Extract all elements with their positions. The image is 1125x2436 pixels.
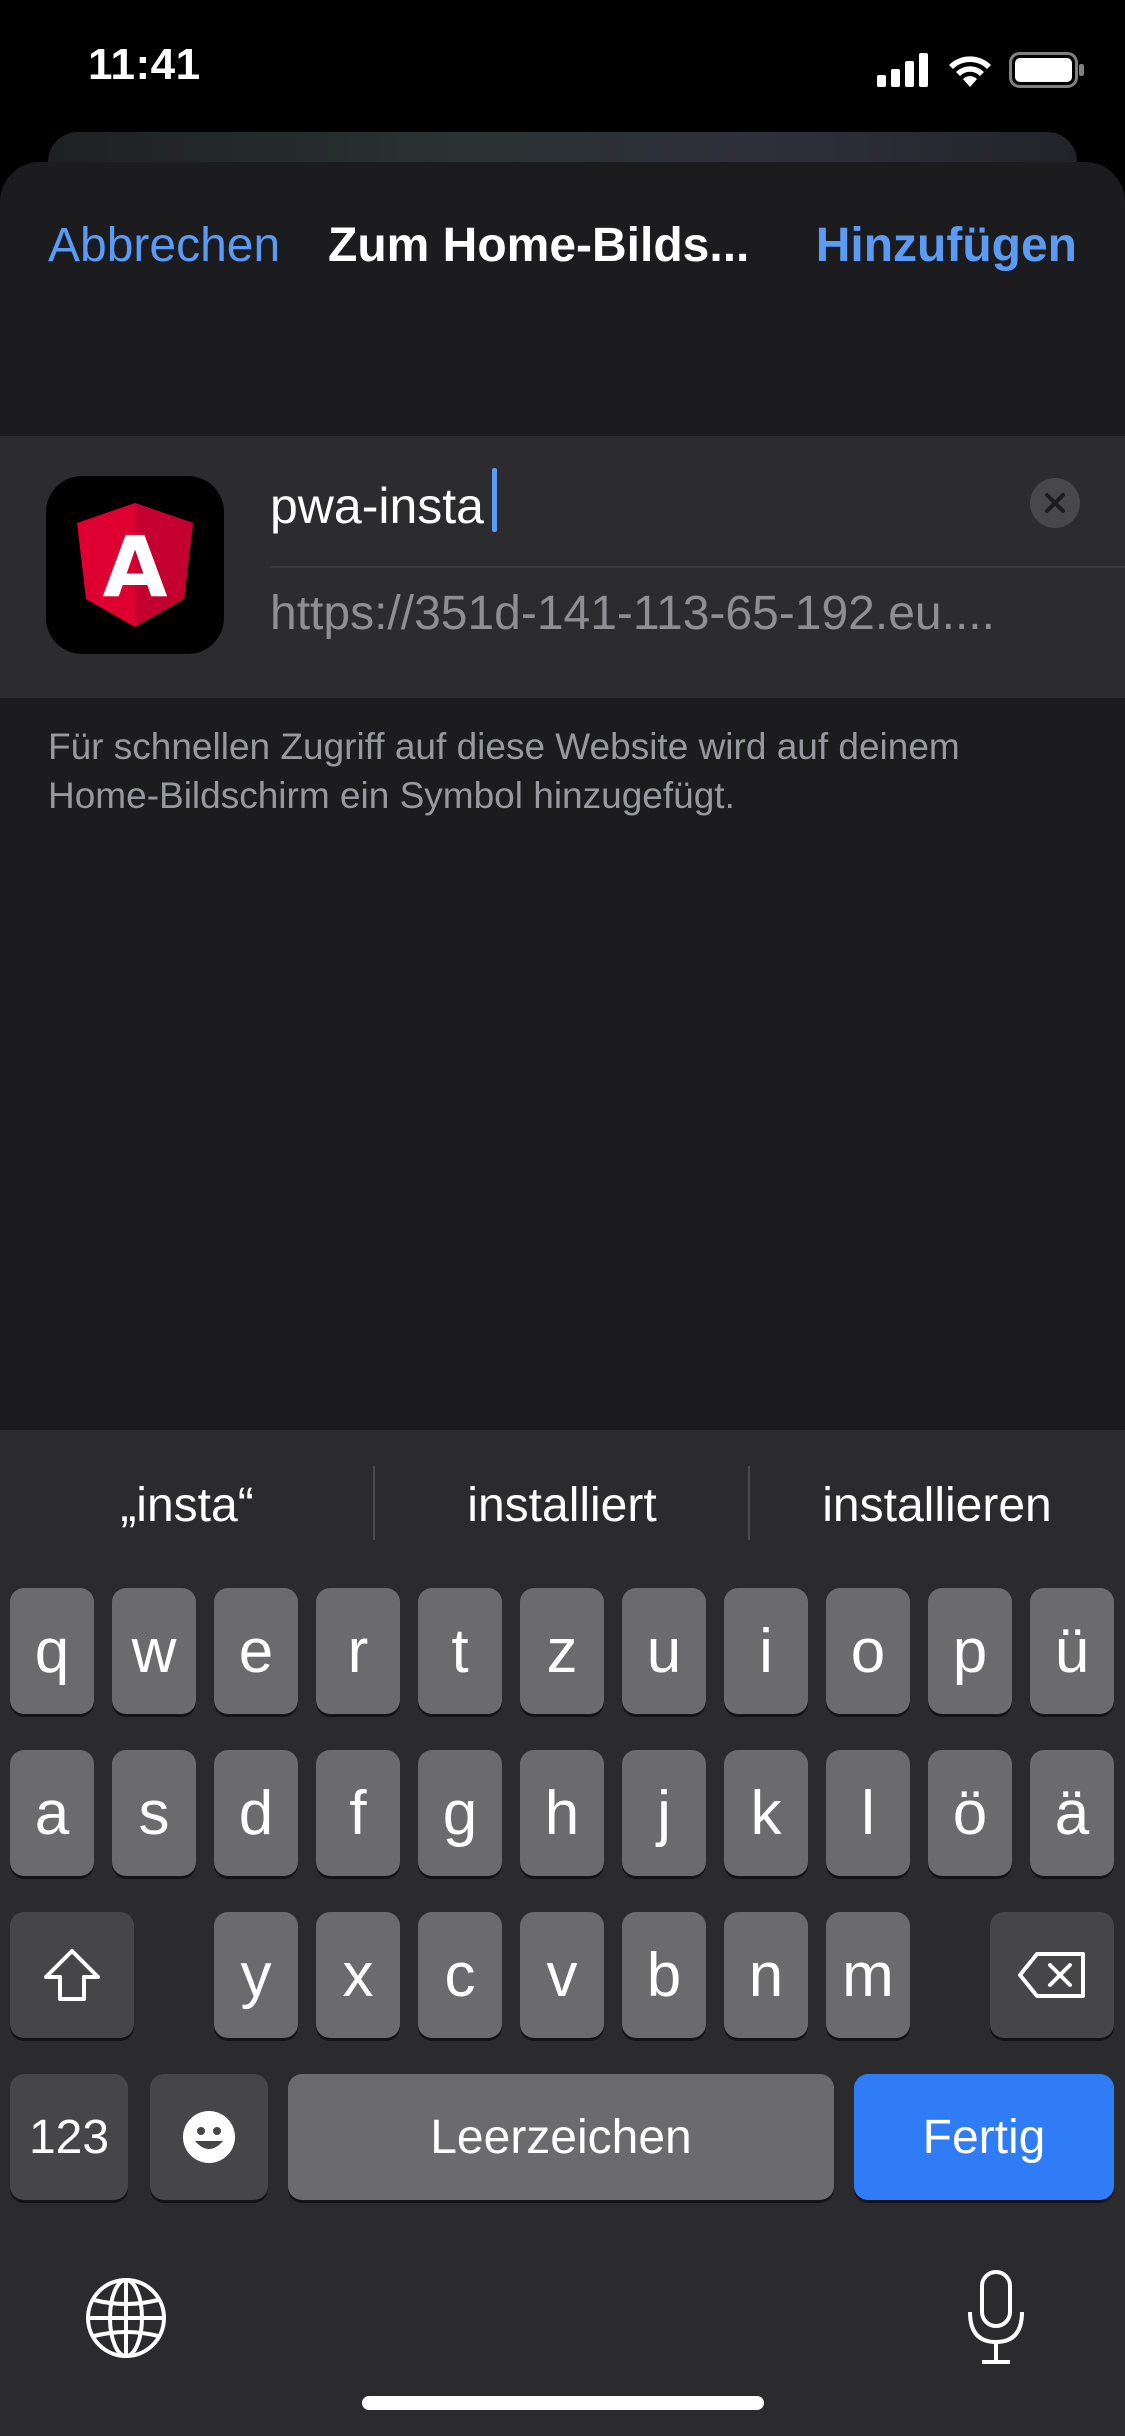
- key-x[interactable]: x: [316, 1912, 400, 2038]
- key-t[interactable]: t: [418, 1588, 502, 1714]
- key-m[interactable]: m: [826, 1912, 910, 2038]
- numbers-key[interactable]: 123: [10, 2074, 128, 2200]
- shift-key[interactable]: [10, 1912, 134, 2038]
- key-u[interactable]: u: [622, 1588, 706, 1714]
- key-h[interactable]: h: [520, 1750, 604, 1876]
- key-s[interactable]: s: [112, 1750, 196, 1876]
- text-cursor: [492, 468, 497, 532]
- globe-button[interactable]: [84, 2276, 168, 2360]
- space-key[interactable]: Leerzeichen: [288, 2074, 834, 2200]
- numbers-key-label: 123: [28, 2110, 110, 2164]
- key-a[interactable]: a: [10, 1750, 94, 1876]
- key-z[interactable]: z: [520, 1588, 604, 1714]
- key-oe[interactable]: ö: [928, 1750, 1012, 1876]
- bookmark-form: A https://351d-141-113-65-192.eu....: [0, 436, 1125, 698]
- clear-icon: [1045, 493, 1065, 513]
- suggestion-item[interactable]: installiert: [375, 1478, 749, 1533]
- status-bar: 11:41: [0, 0, 1125, 140]
- add-to-home-sheet: Abbrechen Zum Home-Bilds... Hinzufügen A…: [0, 162, 1125, 1430]
- add-button[interactable]: Hinzufügen: [816, 218, 1077, 273]
- key-f[interactable]: f: [316, 1750, 400, 1876]
- done-key-label: Fertig: [922, 2110, 1046, 2164]
- backspace-key[interactable]: [990, 1912, 1114, 2038]
- key-i[interactable]: i: [724, 1588, 808, 1714]
- sheet-title: Zum Home-Bilds...: [328, 219, 750, 272]
- name-input[interactable]: [270, 476, 1010, 536]
- key-w[interactable]: w: [112, 1588, 196, 1714]
- key-d[interactable]: d: [214, 1750, 298, 1876]
- cancel-button[interactable]: Abbrechen: [48, 218, 280, 273]
- key-l[interactable]: l: [826, 1750, 910, 1876]
- key-j[interactable]: j: [622, 1750, 706, 1876]
- home-indicator[interactable]: [362, 2396, 764, 2410]
- field-separator: [270, 566, 1125, 568]
- url-label: https://351d-141-113-65-192.eu....: [270, 587, 995, 640]
- key-n[interactable]: n: [724, 1912, 808, 2038]
- status-time: 11:41: [88, 40, 201, 89]
- cellular-signal-icon: [877, 53, 928, 87]
- globe-icon: [86, 2278, 166, 2358]
- shift-icon: [44, 1949, 100, 2001]
- key-p[interactable]: p: [928, 1588, 1012, 1714]
- status-icons: [877, 50, 1085, 90]
- key-ue[interactable]: ü: [1030, 1588, 1114, 1714]
- backspace-icon: [1018, 1952, 1085, 1998]
- suggestion-item[interactable]: „insta“: [0, 1478, 374, 1533]
- dictation-button[interactable]: [964, 2268, 1028, 2368]
- emoji-key[interactable]: [150, 2074, 268, 2200]
- battery-icon: [1009, 52, 1084, 88]
- key-b[interactable]: b: [622, 1912, 706, 2038]
- suggestion-item[interactable]: installieren: [750, 1478, 1124, 1533]
- wifi-icon: [949, 56, 991, 87]
- key-o[interactable]: o: [826, 1588, 910, 1714]
- key-k[interactable]: k: [724, 1750, 808, 1876]
- microphone-icon: [968, 2270, 1024, 2364]
- keyboard: „insta“ installiert installieren q w e r…: [0, 1430, 1125, 2436]
- key-y[interactable]: y: [214, 1912, 298, 2038]
- key-ae[interactable]: ä: [1030, 1750, 1114, 1876]
- description-text: Für schnellen Zugriff auf diese Website …: [48, 726, 960, 816]
- emoji-icon: [183, 2111, 235, 2163]
- done-key[interactable]: Fertig: [854, 2074, 1114, 2200]
- key-q[interactable]: q: [10, 1588, 94, 1714]
- clear-text-button[interactable]: [1030, 478, 1080, 528]
- icon-letter: A: [102, 518, 167, 616]
- space-key-label: Leerzeichen: [430, 2110, 692, 2164]
- key-c[interactable]: c: [418, 1912, 502, 2038]
- angular-app-icon: A: [46, 476, 224, 654]
- suggestion-bar: „insta“ installiert installieren: [0, 1430, 1125, 1576]
- key-r[interactable]: r: [316, 1588, 400, 1714]
- key-g[interactable]: g: [418, 1750, 502, 1876]
- key-e[interactable]: e: [214, 1588, 298, 1714]
- key-v[interactable]: v: [520, 1912, 604, 2038]
